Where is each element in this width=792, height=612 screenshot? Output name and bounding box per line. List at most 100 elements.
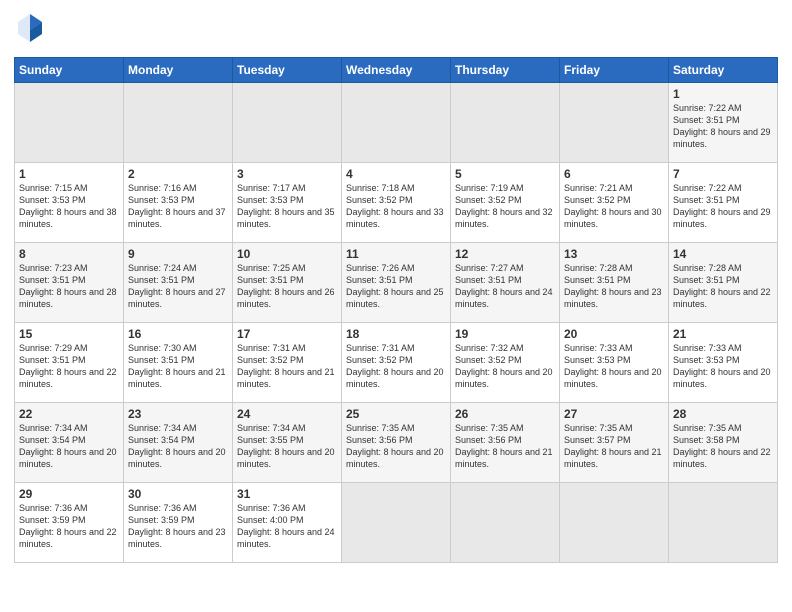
day-info: Sunrise: 7:35 AMSunset: 3:56 PMDaylight:…	[346, 422, 446, 471]
day-cell	[451, 483, 560, 563]
day-cell: 28Sunrise: 7:35 AMSunset: 3:58 PMDayligh…	[669, 403, 778, 483]
day-info: Sunrise: 7:17 AMSunset: 3:53 PMDaylight:…	[237, 182, 337, 231]
day-info: Sunrise: 7:31 AMSunset: 3:52 PMDaylight:…	[237, 342, 337, 391]
day-info: Sunrise: 7:34 AMSunset: 3:54 PMDaylight:…	[19, 422, 119, 471]
day-cell: 13Sunrise: 7:28 AMSunset: 3:51 PMDayligh…	[560, 243, 669, 323]
day-info: Sunrise: 7:35 AMSunset: 3:57 PMDaylight:…	[564, 422, 664, 471]
day-info: Sunrise: 7:27 AMSunset: 3:51 PMDaylight:…	[455, 262, 555, 311]
header	[14, 12, 778, 49]
day-info: Sunrise: 7:18 AMSunset: 3:52 PMDaylight:…	[346, 182, 446, 231]
day-cell: 23Sunrise: 7:34 AMSunset: 3:54 PMDayligh…	[124, 403, 233, 483]
day-info: Sunrise: 7:36 AMSunset: 4:00 PMDaylight:…	[237, 502, 337, 551]
day-cell: 30Sunrise: 7:36 AMSunset: 3:59 PMDayligh…	[124, 483, 233, 563]
day-number: 18	[346, 327, 446, 341]
day-info: Sunrise: 7:30 AMSunset: 3:51 PMDaylight:…	[128, 342, 228, 391]
day-cell: 8Sunrise: 7:23 AMSunset: 3:51 PMDaylight…	[15, 243, 124, 323]
day-info: Sunrise: 7:36 AMSunset: 3:59 PMDaylight:…	[19, 502, 119, 551]
day-info: Sunrise: 7:24 AMSunset: 3:51 PMDaylight:…	[128, 262, 228, 311]
day-cell	[342, 83, 451, 163]
day-number: 24	[237, 407, 337, 421]
day-number: 20	[564, 327, 664, 341]
day-info: Sunrise: 7:16 AMSunset: 3:53 PMDaylight:…	[128, 182, 228, 231]
day-number: 31	[237, 487, 337, 501]
day-info: Sunrise: 7:28 AMSunset: 3:51 PMDaylight:…	[564, 262, 664, 311]
day-info: Sunrise: 7:34 AMSunset: 3:55 PMDaylight:…	[237, 422, 337, 471]
calendar-header: SundayMondayTuesdayWednesdayThursdayFrid…	[15, 58, 778, 83]
day-number: 14	[673, 247, 773, 261]
day-number: 10	[237, 247, 337, 261]
day-cell	[124, 83, 233, 163]
day-number: 29	[19, 487, 119, 501]
day-cell: 5Sunrise: 7:19 AMSunset: 3:52 PMDaylight…	[451, 163, 560, 243]
day-info: Sunrise: 7:22 AMSunset: 3:51 PMDaylight:…	[673, 102, 773, 151]
day-cell: 4Sunrise: 7:18 AMSunset: 3:52 PMDaylight…	[342, 163, 451, 243]
day-cell	[15, 83, 124, 163]
day-number: 5	[455, 167, 555, 181]
day-cell: 1Sunrise: 7:22 AMSunset: 3:51 PMDaylight…	[669, 83, 778, 163]
day-number: 16	[128, 327, 228, 341]
day-number: 26	[455, 407, 555, 421]
day-number: 3	[237, 167, 337, 181]
day-cell	[560, 483, 669, 563]
day-number: 1	[19, 167, 119, 181]
day-info: Sunrise: 7:36 AMSunset: 3:59 PMDaylight:…	[128, 502, 228, 551]
day-cell	[451, 83, 560, 163]
day-cell: 25Sunrise: 7:35 AMSunset: 3:56 PMDayligh…	[342, 403, 451, 483]
day-number: 1	[673, 87, 773, 101]
day-number: 27	[564, 407, 664, 421]
day-cell: 7Sunrise: 7:22 AMSunset: 3:51 PMDaylight…	[669, 163, 778, 243]
day-number: 30	[128, 487, 228, 501]
day-cell: 14Sunrise: 7:28 AMSunset: 3:51 PMDayligh…	[669, 243, 778, 323]
day-info: Sunrise: 7:19 AMSunset: 3:52 PMDaylight:…	[455, 182, 555, 231]
day-number: 13	[564, 247, 664, 261]
day-cell: 20Sunrise: 7:33 AMSunset: 3:53 PMDayligh…	[560, 323, 669, 403]
day-info: Sunrise: 7:33 AMSunset: 3:53 PMDaylight:…	[564, 342, 664, 391]
header-cell-wednesday: Wednesday	[342, 58, 451, 83]
day-info: Sunrise: 7:33 AMSunset: 3:53 PMDaylight:…	[673, 342, 773, 391]
day-cell: 6Sunrise: 7:21 AMSunset: 3:52 PMDaylight…	[560, 163, 669, 243]
header-cell-saturday: Saturday	[669, 58, 778, 83]
day-cell	[342, 483, 451, 563]
week-row-4: 15Sunrise: 7:29 AMSunset: 3:51 PMDayligh…	[15, 323, 778, 403]
week-row-6: 29Sunrise: 7:36 AMSunset: 3:59 PMDayligh…	[15, 483, 778, 563]
day-number: 21	[673, 327, 773, 341]
day-cell: 16Sunrise: 7:30 AMSunset: 3:51 PMDayligh…	[124, 323, 233, 403]
day-cell: 22Sunrise: 7:34 AMSunset: 3:54 PMDayligh…	[15, 403, 124, 483]
day-cell: 12Sunrise: 7:27 AMSunset: 3:51 PMDayligh…	[451, 243, 560, 323]
week-row-3: 8Sunrise: 7:23 AMSunset: 3:51 PMDaylight…	[15, 243, 778, 323]
calendar-body: 1Sunrise: 7:22 AMSunset: 3:51 PMDaylight…	[15, 83, 778, 563]
logo	[14, 12, 50, 49]
day-info: Sunrise: 7:32 AMSunset: 3:52 PMDaylight:…	[455, 342, 555, 391]
day-number: 8	[19, 247, 119, 261]
day-cell: 17Sunrise: 7:31 AMSunset: 3:52 PMDayligh…	[233, 323, 342, 403]
day-number: 2	[128, 167, 228, 181]
day-cell: 11Sunrise: 7:26 AMSunset: 3:51 PMDayligh…	[342, 243, 451, 323]
day-info: Sunrise: 7:34 AMSunset: 3:54 PMDaylight:…	[128, 422, 228, 471]
day-cell: 15Sunrise: 7:29 AMSunset: 3:51 PMDayligh…	[15, 323, 124, 403]
day-cell: 10Sunrise: 7:25 AMSunset: 3:51 PMDayligh…	[233, 243, 342, 323]
day-number: 23	[128, 407, 228, 421]
header-cell-tuesday: Tuesday	[233, 58, 342, 83]
day-number: 22	[19, 407, 119, 421]
day-number: 6	[564, 167, 664, 181]
day-cell: 26Sunrise: 7:35 AMSunset: 3:56 PMDayligh…	[451, 403, 560, 483]
day-cell: 21Sunrise: 7:33 AMSunset: 3:53 PMDayligh…	[669, 323, 778, 403]
day-number: 25	[346, 407, 446, 421]
week-row-5: 22Sunrise: 7:34 AMSunset: 3:54 PMDayligh…	[15, 403, 778, 483]
day-cell: 27Sunrise: 7:35 AMSunset: 3:57 PMDayligh…	[560, 403, 669, 483]
day-cell	[669, 483, 778, 563]
logo-icon	[14, 12, 46, 44]
day-number: 28	[673, 407, 773, 421]
page-container: SundayMondayTuesdayWednesdayThursdayFrid…	[0, 0, 792, 571]
header-cell-monday: Monday	[124, 58, 233, 83]
day-cell: 24Sunrise: 7:34 AMSunset: 3:55 PMDayligh…	[233, 403, 342, 483]
day-number: 19	[455, 327, 555, 341]
day-number: 9	[128, 247, 228, 261]
day-info: Sunrise: 7:26 AMSunset: 3:51 PMDaylight:…	[346, 262, 446, 311]
day-cell	[560, 83, 669, 163]
day-info: Sunrise: 7:15 AMSunset: 3:53 PMDaylight:…	[19, 182, 119, 231]
header-row: SundayMondayTuesdayWednesdayThursdayFrid…	[15, 58, 778, 83]
day-cell	[233, 83, 342, 163]
day-cell: 9Sunrise: 7:24 AMSunset: 3:51 PMDaylight…	[124, 243, 233, 323]
day-cell: 29Sunrise: 7:36 AMSunset: 3:59 PMDayligh…	[15, 483, 124, 563]
